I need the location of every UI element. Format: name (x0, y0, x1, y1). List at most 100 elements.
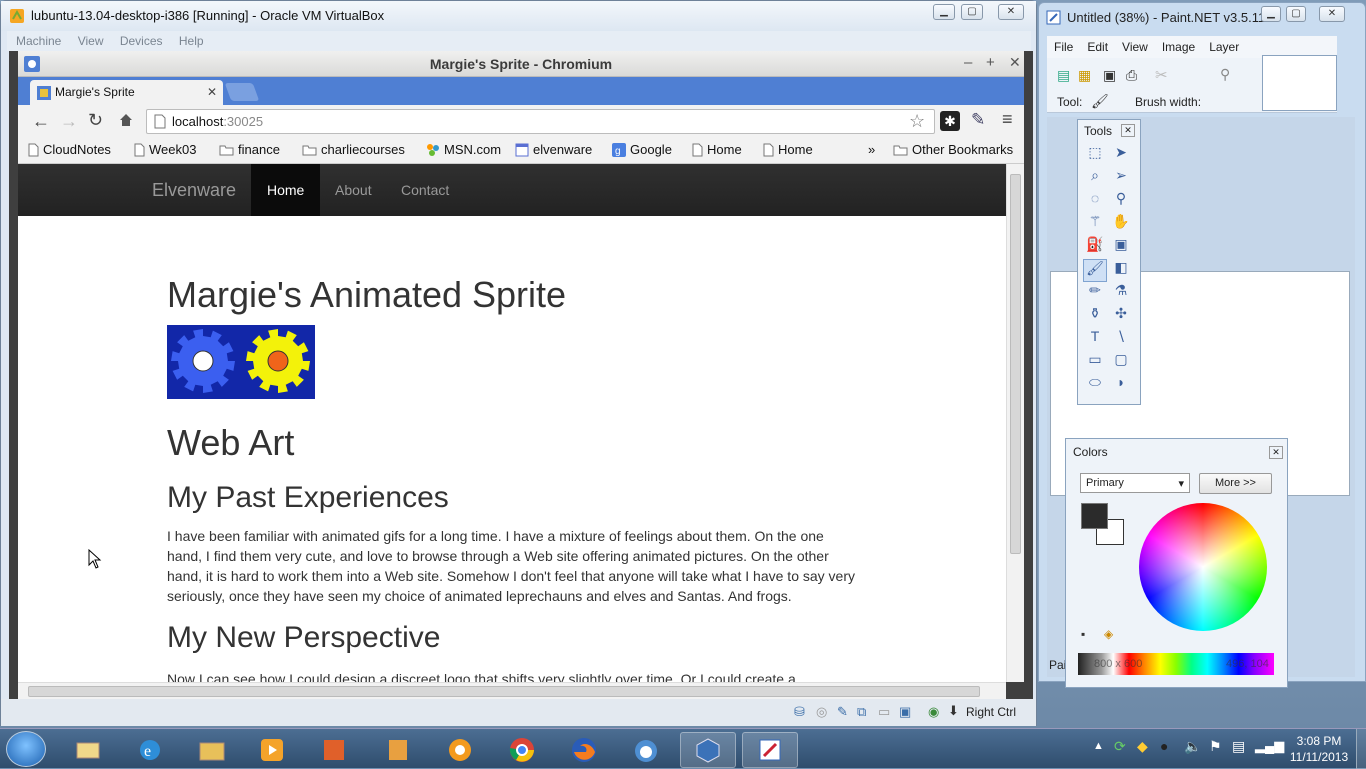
taskbar-paintnet-icon[interactable] (742, 732, 798, 768)
taskbar-file-explorer-icon[interactable] (184, 732, 240, 768)
zoom-icon[interactable]: ⚲ (1220, 66, 1230, 83)
optical-drive-icon[interactable]: ◎ (816, 704, 827, 720)
clone-stamp-tool-icon[interactable]: ⚱ (1083, 305, 1107, 328)
bookmarks-overflow-button[interactable]: » (868, 142, 875, 157)
show-desktop-button[interactable] (1356, 729, 1366, 769)
print-icon[interactable]: ⎙ (1126, 67, 1137, 84)
minimize-button[interactable]: ▁ (933, 4, 955, 20)
paint-bucket-tool-icon[interactable]: ⛽ (1083, 236, 1107, 259)
vertical-scroll-thumb[interactable] (1010, 174, 1021, 554)
primary-color-swatch[interactable] (1081, 503, 1108, 529)
eyedropper-extension-icon[interactable]: ✎ (971, 110, 985, 130)
bookmark-other-bookmarks[interactable]: Other Bookmarks (893, 142, 1013, 157)
pdn-menu-image[interactable]: Image (1155, 36, 1202, 54)
color-picker-tool-icon[interactable]: ⚗ (1109, 282, 1133, 305)
taskbar-settings-gear-icon[interactable] (432, 732, 488, 768)
add-palette-color-icon[interactable]: ▪ (1081, 627, 1085, 641)
tools-panel-close-icon[interactable]: ✕ (1121, 124, 1135, 137)
back-icon[interactable]: ← (32, 111, 50, 132)
nav-contact[interactable]: Contact (385, 164, 465, 216)
bookmark-folder-charliecourses[interactable]: charliecourses (302, 142, 405, 157)
new-tab-button[interactable] (224, 83, 260, 101)
freeform-shape-tool-icon[interactable]: ◗ (1109, 374, 1133, 397)
address-bar[interactable]: localhost:30025 ☆ (146, 109, 935, 134)
move-selected-tool-icon[interactable]: ➢ (1109, 167, 1133, 190)
save-icon[interactable]: ▣ (1103, 67, 1116, 84)
shared-folders-icon[interactable]: ▭ (878, 704, 890, 720)
bookmark-week03[interactable]: Week03 (134, 142, 196, 157)
taskbar-media-player-icon[interactable] (244, 732, 300, 768)
rounded-rectangle-tool-icon[interactable]: ▢ (1109, 351, 1133, 374)
close-button[interactable]: ✕ (998, 4, 1024, 20)
eraser-tool-icon[interactable]: ◧ (1109, 259, 1133, 282)
bookmark-cloudnotes[interactable]: CloudNotes (28, 142, 111, 157)
color-wheel[interactable] (1139, 503, 1267, 631)
image-thumbnail[interactable] (1262, 55, 1337, 111)
horizontal-scroll-thumb[interactable] (28, 686, 980, 697)
paintnet-close-button[interactable]: ✕ (1319, 6, 1345, 22)
maximize-button[interactable]: ▢ (961, 4, 983, 20)
color-mode-select[interactable]: Primary ▾ (1080, 473, 1190, 493)
ellipse-tool-icon[interactable]: ⬭ (1083, 374, 1107, 397)
zoom-tool-icon[interactable]: ⚲ (1109, 190, 1133, 213)
menu-machine[interactable]: Machine (16, 31, 61, 51)
taskbar-office-icon[interactable] (306, 732, 362, 768)
gradient-tool-icon[interactable]: ▣ (1109, 236, 1133, 259)
taskbar-internet-explorer-icon[interactable]: e (122, 732, 178, 768)
bookmark-home-1[interactable]: Home (692, 142, 742, 157)
taskbar-virtualbox-icon[interactable] (680, 732, 736, 768)
open-file-icon[interactable]: ▦ (1078, 67, 1091, 84)
taskbar-notes-icon[interactable] (370, 732, 426, 768)
taskbar-firefox-icon[interactable] (556, 732, 612, 768)
network-signal-icon[interactable]: ▂▄▆ (1255, 738, 1284, 754)
lasso-select-tool-icon[interactable]: ⌕ (1083, 167, 1107, 190)
new-file-icon[interactable]: ▤ (1057, 67, 1070, 84)
paintnet-minimize-button[interactable]: ▁ (1261, 6, 1281, 22)
tray-app-icon[interactable]: ◆ (1137, 738, 1148, 755)
nav-about[interactable]: About (319, 164, 388, 216)
paintnet-titlebar[interactable]: Untitled (38%) - Paint.NET v3.5.11 ▁ ▢ ✕ (1039, 3, 1365, 31)
start-button[interactable] (6, 731, 46, 767)
vertical-scrollbar[interactable] (1006, 164, 1024, 682)
pencil-tool-icon[interactable]: ✏ (1083, 282, 1107, 305)
bookmark-elvenware[interactable]: elvenware (515, 142, 592, 157)
bookmark-home-2[interactable]: Home (763, 142, 813, 157)
colors-panel-close-icon[interactable]: ✕ (1269, 446, 1283, 459)
magic-wand-tool-icon[interactable]: ⚚ (1083, 213, 1107, 236)
rectangle-select-tool-icon[interactable]: ⬚ (1083, 144, 1107, 167)
show-hidden-icons-icon[interactable]: ▲ (1093, 740, 1104, 752)
paintbrush-tool-icon[interactable]: 🖌 (1091, 93, 1109, 110)
video-capture-icon[interactable]: ▣ (899, 704, 911, 720)
line-curve-tool-icon[interactable]: ∖ (1109, 328, 1133, 351)
site-brand[interactable]: Elvenware (152, 180, 236, 201)
paintnet-maximize-button[interactable]: ▢ (1286, 6, 1306, 22)
nav-home[interactable]: Home (251, 164, 321, 216)
bookmark-google[interactable]: g Google (612, 142, 672, 157)
ellipse-select-tool-icon[interactable]: ◌ (1083, 190, 1107, 213)
virtualbox-titlebar[interactable]: lubuntu-13.04-desktop-i386 [Running] - O… (1, 1, 1036, 31)
tab-close-icon[interactable]: ✕ (207, 85, 217, 99)
recolor-tool-icon[interactable]: ✣ (1109, 305, 1133, 328)
tray-sync-icon[interactable]: ⟳ (1114, 738, 1126, 755)
mouse-integration-icon[interactable]: ◉ (928, 704, 939, 720)
network-icon[interactable]: ⧉ (857, 704, 866, 720)
extension-icon[interactable]: ✱ (940, 111, 960, 131)
pdn-menu-layer[interactable]: Layer (1202, 36, 1246, 54)
move-selection-tool-icon[interactable]: ➤ (1109, 144, 1133, 167)
menu-help[interactable]: Help (179, 31, 204, 51)
chromium-minimize-button[interactable]: – (964, 54, 972, 71)
menu-icon[interactable]: ≡ (1002, 109, 1013, 130)
menu-devices[interactable]: Devices (120, 31, 163, 51)
clock-date[interactable]: 11/11/2013 (1286, 750, 1352, 764)
pdn-menu-file[interactable]: File (1047, 36, 1080, 54)
hard-disk-icon[interactable]: ⛁ (794, 704, 805, 720)
clock-time[interactable]: 3:08 PM (1288, 734, 1350, 748)
tray-device-icon[interactable]: ▤ (1232, 738, 1245, 755)
bookmark-star-icon[interactable]: ☆ (909, 111, 925, 132)
pan-tool-icon[interactable]: ✋ (1109, 213, 1133, 236)
cut-icon[interactable]: ✂ (1155, 66, 1168, 84)
home-icon[interactable] (118, 112, 134, 128)
taskbar-cat-app-icon[interactable] (618, 732, 674, 768)
menu-view[interactable]: View (78, 31, 104, 51)
more-colors-button[interactable]: More >> (1199, 473, 1272, 494)
